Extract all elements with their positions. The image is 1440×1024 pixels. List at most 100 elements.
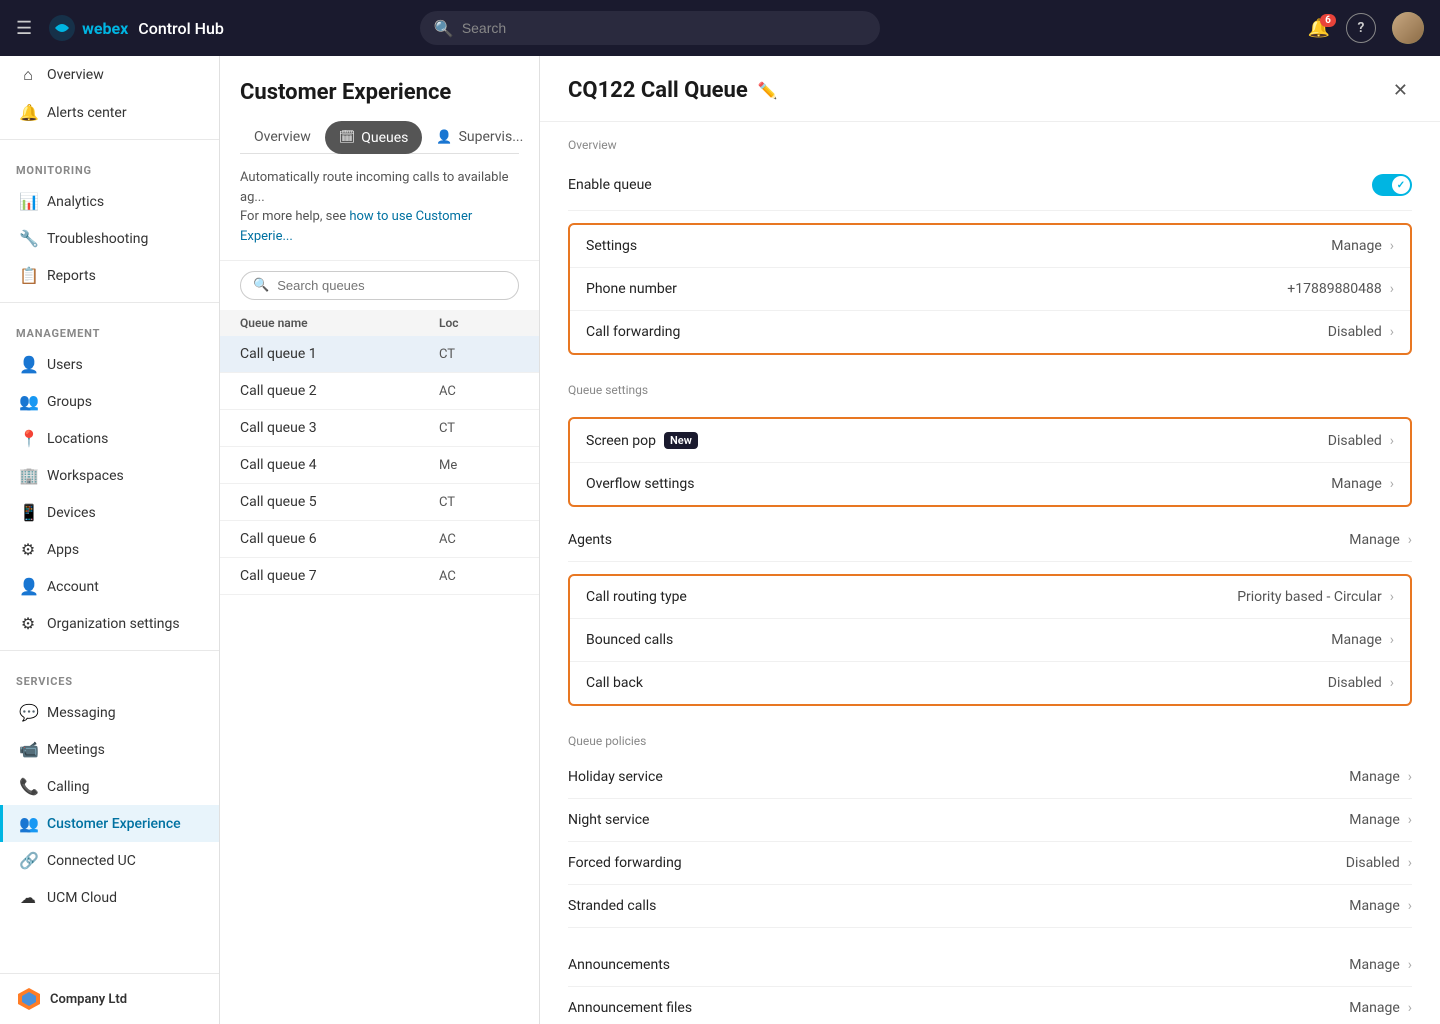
queue-name-3: Call queue 3 — [240, 420, 439, 436]
user-icon: 👤 — [19, 355, 37, 374]
announcement-files-chevron: › — [1408, 1000, 1412, 1016]
logo-webex-text: webex — [82, 19, 128, 38]
call-back-row[interactable]: Call back Disabled › — [570, 662, 1410, 704]
queue-list: Call queue 1 CT Call queue 2 AC Call que… — [220, 336, 539, 1024]
sidebar-item-messaging[interactable]: 💬 Messaging — [0, 694, 219, 731]
sidebar-label-account: Account — [47, 579, 99, 595]
home-icon: ⌂ — [19, 65, 37, 85]
sidebar-item-meetings[interactable]: 📹 Meetings — [0, 731, 219, 768]
forced-forwarding-row[interactable]: Forced forwarding Disabled › — [568, 842, 1412, 885]
bounced-calls-chevron: › — [1390, 632, 1394, 648]
announcement-files-row[interactable]: Announcement files Manage › — [568, 987, 1412, 1024]
sidebar-item-overview[interactable]: ⌂ Overview — [0, 56, 219, 94]
tab-queues[interactable]: 🗓 Queues — [325, 121, 423, 154]
tab-overview-label: Overview — [254, 129, 311, 145]
queue-row-5[interactable]: Call queue 5 CT — [220, 484, 539, 521]
sidebar-label-locations: Locations — [47, 431, 108, 447]
night-service-chevron: › — [1408, 812, 1412, 828]
settings-chevron: › — [1390, 238, 1394, 254]
queue-row-1[interactable]: Call queue 1 CT — [220, 336, 539, 373]
enable-queue-toggle[interactable]: ✓ — [1372, 174, 1412, 196]
holiday-service-row[interactable]: Holiday service Manage › — [568, 756, 1412, 799]
sidebar-item-reports[interactable]: 📋 Reports — [0, 257, 219, 294]
screen-pop-value: Disabled › — [1328, 433, 1394, 449]
tab-overview[interactable]: Overview — [240, 121, 325, 153]
close-button[interactable]: ✕ — [1389, 76, 1412, 105]
queue-name-5: Call queue 5 — [240, 494, 439, 510]
services-label: SERVICES — [0, 659, 219, 694]
sidebar-divider-3 — [0, 650, 219, 651]
phone-number-value: +17889880488 › — [1287, 281, 1394, 297]
sidebar-label-ucm-cloud: UCM Cloud — [47, 890, 117, 906]
search-input[interactable] — [462, 20, 866, 36]
sidebar-item-devices[interactable]: 📱 Devices — [0, 494, 219, 531]
menu-icon[interactable]: ☰ — [16, 18, 32, 39]
queue-search-box[interactable]: 🔍 — [240, 271, 519, 300]
agents-chevron: › — [1408, 532, 1412, 548]
help-link[interactable]: how to use Customer Experie... — [240, 209, 472, 244]
sidebar-item-alerts[interactable]: 🔔 Alerts center — [0, 94, 219, 131]
queue-row-6[interactable]: Call queue 6 AC — [220, 521, 539, 558]
tabs-row: Overview 🗓 Queues 👤 Supervis... — [240, 121, 519, 154]
screen-pop-row[interactable]: Screen pop New Disabled › — [570, 419, 1410, 463]
notifications-button[interactable]: 🔔 6 — [1308, 18, 1330, 39]
agents-row[interactable]: Agents Manage › — [568, 519, 1412, 562]
phone-number-row[interactable]: Phone number +17889880488 › — [570, 268, 1410, 311]
queue-row-4[interactable]: Call queue 4 Me — [220, 447, 539, 484]
sidebar-item-apps[interactable]: ⚙ Apps — [0, 531, 219, 568]
overflow-settings-label: Overflow settings — [586, 476, 694, 492]
detail-panel: CQ122 Call Queue ✏️ ✕ Overview Enable qu… — [540, 56, 1440, 1024]
calling-icon: 📞 — [19, 777, 37, 796]
queue-list-header: Queue name Loc — [220, 310, 539, 336]
sidebar-item-ucm-cloud[interactable]: ☁ UCM Cloud — [0, 879, 219, 916]
stranded-calls-value: Manage › — [1349, 898, 1412, 914]
queue-search-input[interactable] — [277, 278, 506, 293]
sidebar-label-troubleshooting: Troubleshooting — [47, 231, 148, 247]
org-settings-icon: ⚙ — [19, 614, 37, 633]
queue-header-name: Queue name — [240, 316, 439, 330]
user-avatar[interactable] — [1392, 12, 1424, 44]
sidebar-label-org-settings: Organization settings — [47, 616, 180, 632]
tab-supervisor[interactable]: 👤 Supervis... — [422, 121, 537, 153]
company-logo: Company Ltd — [16, 986, 203, 1012]
sidebar-label-analytics: Analytics — [47, 194, 104, 210]
sidebar-item-account[interactable]: 👤 Account — [0, 568, 219, 605]
avatar-image — [1392, 12, 1424, 44]
queue-search-icon: 🔍 — [253, 278, 269, 293]
bounced-calls-row[interactable]: Bounced calls Manage › — [570, 619, 1410, 662]
tab-supervisor-label: Supervis... — [459, 129, 524, 145]
topnav-actions: 🔔 6 ? — [1308, 12, 1424, 44]
sidebar-item-calling[interactable]: 📞 Calling — [0, 768, 219, 805]
stranded-calls-row[interactable]: Stranded calls Manage › — [568, 885, 1412, 928]
sidebar-item-locations[interactable]: 📍 Locations — [0, 420, 219, 457]
tab-queues-label: Queues — [361, 130, 408, 146]
sidebar-item-analytics[interactable]: 📊 Analytics — [0, 183, 219, 220]
night-service-row[interactable]: Night service Manage › — [568, 799, 1412, 842]
forced-forwarding-chevron: › — [1408, 855, 1412, 871]
sidebar-label-users: Users — [47, 357, 83, 373]
edit-icon[interactable]: ✏️ — [758, 81, 778, 100]
sidebar-item-org-settings[interactable]: ⚙ Organization settings — [0, 605, 219, 642]
sidebar-item-troubleshooting[interactable]: 🔧 Troubleshooting — [0, 220, 219, 257]
sidebar-item-connected-uc[interactable]: 🔗 Connected UC — [0, 842, 219, 879]
search-box[interactable]: 🔍 — [420, 11, 880, 45]
call-forwarding-row[interactable]: Call forwarding Disabled › — [570, 311, 1410, 353]
announcements-row[interactable]: Announcements Manage › — [568, 944, 1412, 987]
overflow-settings-row[interactable]: Overflow settings Manage › — [570, 463, 1410, 505]
sidebar-item-groups[interactable]: 👥 Groups — [0, 383, 219, 420]
sidebar-label-customer-experience: Customer Experience — [47, 816, 181, 832]
queue-row-7[interactable]: Call queue 7 AC — [220, 558, 539, 595]
queue-settings-label: Queue settings — [568, 367, 1412, 405]
sidebar-item-customer-experience[interactable]: 👥 Customer Experience — [0, 805, 219, 842]
queue-row-3[interactable]: Call queue 3 CT — [220, 410, 539, 447]
overflow-settings-value: Manage › — [1331, 476, 1394, 492]
new-badge: New — [664, 432, 698, 449]
management-label: MANAGEMENT — [0, 311, 219, 346]
help-button[interactable]: ? — [1346, 13, 1376, 43]
call-routing-type-row[interactable]: Call routing type Priority based - Circu… — [570, 576, 1410, 619]
sidebar-item-users[interactable]: 👤 Users — [0, 346, 219, 383]
queue-row-2[interactable]: Call queue 2 AC — [220, 373, 539, 410]
screen-pop-chevron: › — [1390, 433, 1394, 449]
sidebar-item-workspaces[interactable]: 🏢 Workspaces — [0, 457, 219, 494]
settings-row[interactable]: Settings Manage › — [570, 225, 1410, 268]
